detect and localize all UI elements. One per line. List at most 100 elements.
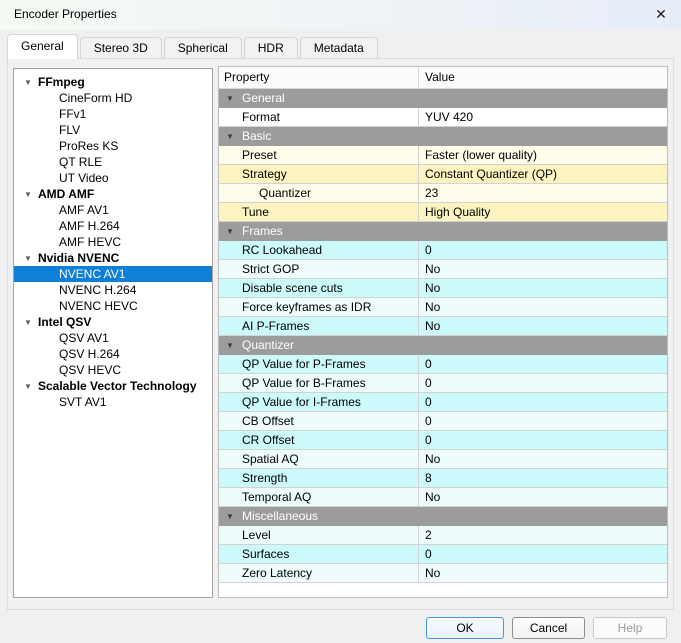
property-value[interactable]: Faster (lower quality)	[419, 146, 667, 165]
tab-stereo-3d[interactable]: Stereo 3D	[80, 37, 162, 58]
property-value[interactable]: High Quality	[419, 203, 667, 222]
tree-item-qsv-h-264[interactable]: QSV H.264	[14, 346, 212, 362]
property-row-qp-value-for-b-frames[interactable]: QP Value for B-Frames0	[219, 374, 667, 393]
property-value[interactable]: 0	[419, 393, 667, 412]
property-row-cr-offset[interactable]: CR Offset0	[219, 431, 667, 450]
tree-item-svt-av1[interactable]: SVT AV1	[14, 394, 212, 410]
grid-header: Property Value	[219, 67, 667, 89]
expander-icon[interactable]: ▼	[24, 187, 36, 203]
tree-item-amf-hevc[interactable]: AMF HEVC	[14, 234, 212, 250]
section-header-miscellaneous[interactable]: ▼ Miscellaneous	[219, 507, 667, 526]
property-value[interactable]: YUV 420	[419, 108, 667, 127]
tree-category-scalable-vector-technology[interactable]: ▼Scalable Vector Technology	[14, 378, 212, 394]
collapse-icon[interactable]: ▼	[226, 90, 234, 108]
property-row-qp-value-for-i-frames[interactable]: QP Value for I-Frames0	[219, 393, 667, 412]
property-value[interactable]: No	[419, 564, 667, 583]
tree-category-ffmpeg[interactable]: ▼FFmpeg	[14, 74, 212, 90]
property-row-strategy[interactable]: StrategyConstant Quantizer (QP)	[219, 165, 667, 184]
property-row-zero-latency[interactable]: Zero LatencyNo	[219, 564, 667, 583]
tree-item-qsv-av1[interactable]: QSV AV1	[14, 330, 212, 346]
property-value[interactable]: 2	[419, 526, 667, 545]
property-row-force-keyframes-as-idr[interactable]: Force keyframes as IDRNo	[219, 298, 667, 317]
property-name: Zero Latency	[219, 564, 419, 583]
property-row-qp-value-for-p-frames[interactable]: QP Value for P-Frames0	[219, 355, 667, 374]
section-header-general[interactable]: ▼ General	[219, 89, 667, 108]
property-value[interactable]: No	[419, 450, 667, 469]
expander-icon[interactable]: ▼	[24, 75, 36, 91]
property-name: CR Offset	[219, 431, 419, 450]
property-name: Strength	[219, 469, 419, 488]
expander-icon[interactable]: ▼	[24, 251, 36, 267]
collapse-icon[interactable]: ▼	[226, 128, 234, 146]
tree-item-prores-ks[interactable]: ProRes KS	[14, 138, 212, 154]
property-value[interactable]: Constant Quantizer (QP)	[419, 165, 667, 184]
tree-item-nvenc-av1[interactable]: NVENC AV1	[14, 266, 212, 282]
tree-item-flv[interactable]: FLV	[14, 122, 212, 138]
property-row-spatial-aq[interactable]: Spatial AQNo	[219, 450, 667, 469]
property-value[interactable]: 23	[419, 184, 667, 203]
property-row-ai-p-frames[interactable]: AI P-FramesNo	[219, 317, 667, 336]
property-name: Strict GOP	[219, 260, 419, 279]
property-value[interactable]: 0	[419, 431, 667, 450]
property-row-tune[interactable]: TuneHigh Quality	[219, 203, 667, 222]
property-value[interactable]: No	[419, 488, 667, 507]
tree-item-cineform-hd[interactable]: CineForm HD	[14, 90, 212, 106]
property-value[interactable]: 0	[419, 374, 667, 393]
tree-item-qsv-hevc[interactable]: QSV HEVC	[14, 362, 212, 378]
help-button[interactable]: Help	[593, 617, 667, 639]
tab-spherical[interactable]: Spherical	[164, 37, 242, 58]
tree-category-nvidia-nvenc[interactable]: ▼Nvidia NVENC	[14, 250, 212, 266]
tab-metadata[interactable]: Metadata	[300, 37, 378, 58]
tree-item-amf-h-264[interactable]: AMF H.264	[14, 218, 212, 234]
property-value[interactable]: No	[419, 260, 667, 279]
section-header-basic[interactable]: ▼Basic	[219, 127, 667, 146]
ok-button[interactable]: OK	[426, 617, 504, 639]
property-row-format[interactable]: FormatYUV 420	[219, 108, 667, 127]
close-icon[interactable]: ✕	[652, 5, 670, 23]
expander-icon[interactable]: ▼	[24, 379, 36, 395]
tab-hdr[interactable]: HDR	[244, 37, 298, 58]
tree-category-intel-qsv[interactable]: ▼Intel QSV	[14, 314, 212, 330]
property-value[interactable]: 0	[419, 355, 667, 374]
tree-category-label: FFmpeg	[38, 75, 85, 89]
property-row-cb-offset[interactable]: CB Offset0	[219, 412, 667, 431]
tree-item-qt-rle[interactable]: QT RLE	[14, 154, 212, 170]
tab-general[interactable]: General	[7, 34, 78, 59]
section-title: General	[242, 91, 285, 105]
property-value[interactable]: No	[419, 317, 667, 336]
property-value[interactable]: No	[419, 279, 667, 298]
property-row-rc-lookahead[interactable]: RC Lookahead0	[219, 241, 667, 260]
property-name: RC Lookahead	[219, 241, 419, 260]
section-title: Miscellaneous	[242, 509, 318, 523]
property-row-quantizer[interactable]: Quantizer23	[219, 184, 667, 203]
tree-item-ffv1[interactable]: FFv1	[14, 106, 212, 122]
property-row-strict-gop[interactable]: Strict GOPNo	[219, 260, 667, 279]
property-value[interactable]: No	[419, 298, 667, 317]
tree-item-ut-video[interactable]: UT Video	[14, 170, 212, 186]
tree-item-amf-av1[interactable]: AMF AV1	[14, 202, 212, 218]
property-row-surfaces[interactable]: Surfaces0	[219, 545, 667, 564]
section-header-frames[interactable]: ▼Frames	[219, 222, 667, 241]
property-value[interactable]: 0	[419, 241, 667, 260]
cancel-button[interactable]: Cancel	[512, 617, 585, 639]
property-value[interactable]: 0	[419, 545, 667, 564]
property-row-temporal-aq[interactable]: Temporal AQNo	[219, 488, 667, 507]
property-name: Spatial AQ	[219, 450, 419, 469]
property-name: QP Value for P-Frames	[219, 355, 419, 374]
window-title: Encoder Properties	[14, 7, 117, 21]
tree-category-amd-amf[interactable]: ▼AMD AMF	[14, 186, 212, 202]
expander-icon[interactable]: ▼	[24, 315, 36, 331]
tree-item-nvenc-h-264[interactable]: NVENC H.264	[14, 282, 212, 298]
collapse-icon[interactable]: ▼	[226, 337, 234, 355]
section-header-quantizer[interactable]: ▼Quantizer	[219, 336, 667, 355]
tree-category-label: Intel QSV	[38, 315, 91, 329]
property-row-level[interactable]: Level2	[219, 526, 667, 545]
tree-item-nvenc-hevc[interactable]: NVENC HEVC	[14, 298, 212, 314]
collapse-icon[interactable]: ▼	[226, 223, 234, 241]
property-value[interactable]: 8	[419, 469, 667, 488]
property-row-disable-scene-cuts[interactable]: Disable scene cutsNo	[219, 279, 667, 298]
property-row-preset[interactable]: PresetFaster (lower quality)	[219, 146, 667, 165]
property-value[interactable]: 0	[419, 412, 667, 431]
collapse-icon[interactable]: ▼	[226, 508, 234, 526]
property-row-strength[interactable]: Strength8	[219, 469, 667, 488]
